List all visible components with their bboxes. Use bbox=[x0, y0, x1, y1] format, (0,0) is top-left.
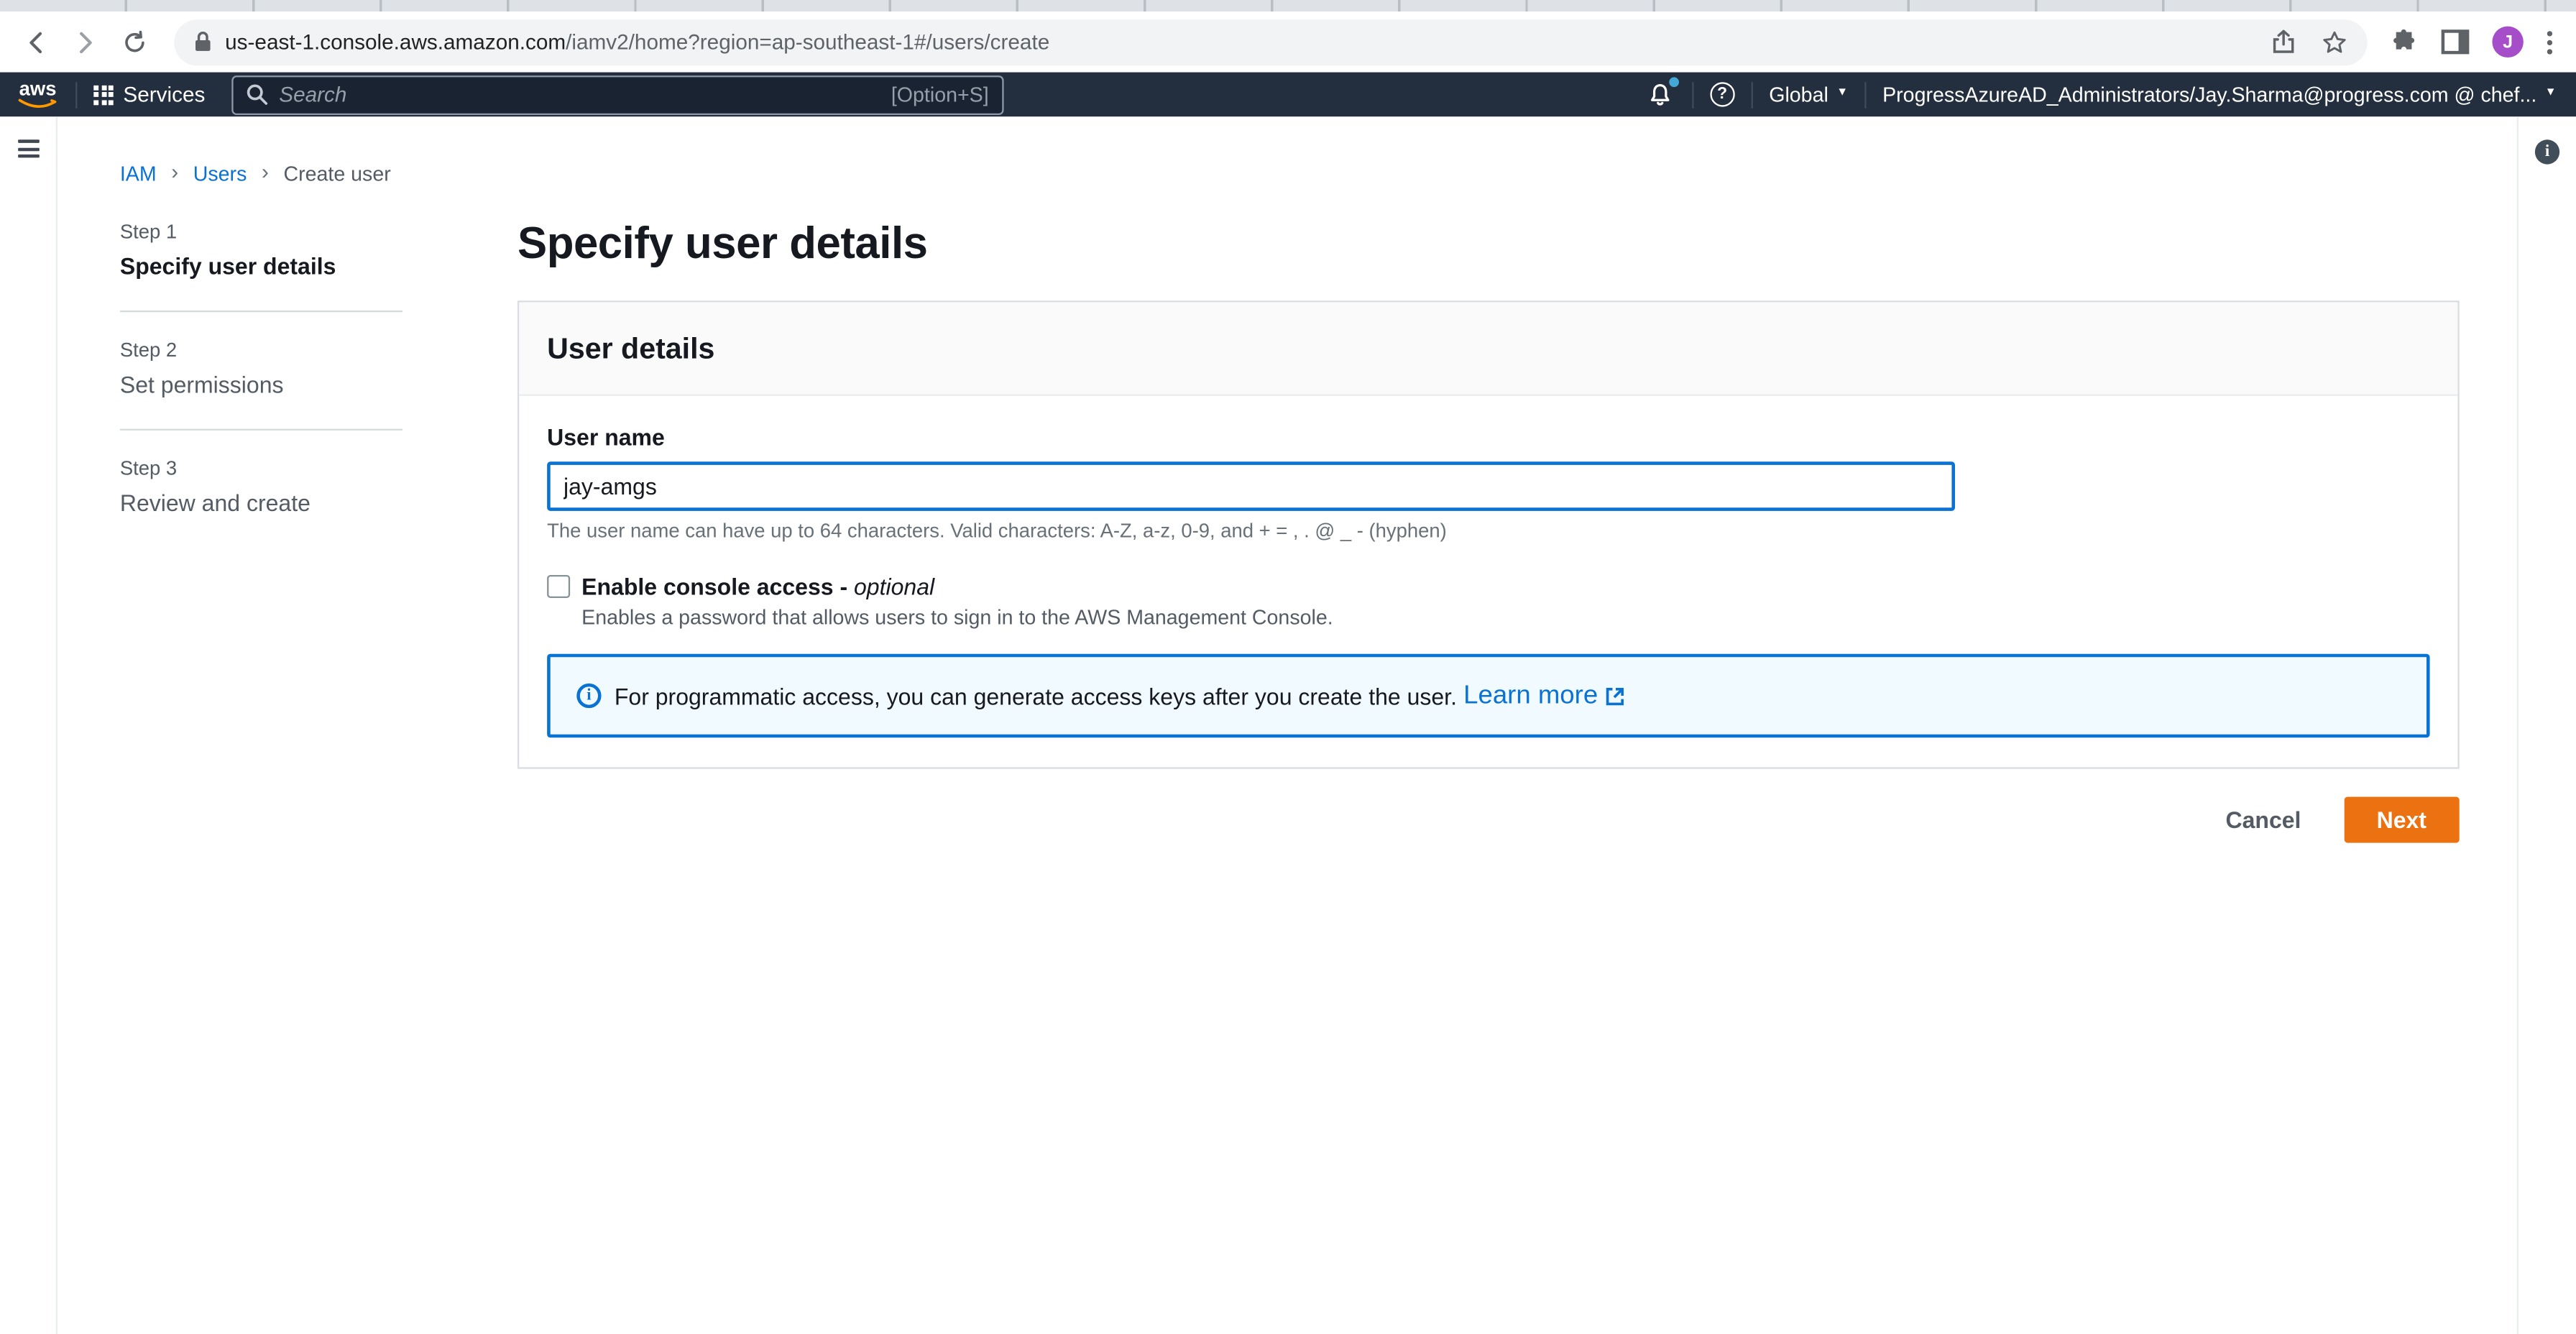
username-label: User name bbox=[547, 423, 665, 451]
url-domain: us-east-1.console.aws.amazon.com bbox=[225, 29, 566, 55]
region-selector[interactable]: Global ▼ bbox=[1769, 83, 1848, 106]
address-bar[interactable]: us-east-1.console.aws.amazon.com/iamv2/h… bbox=[174, 19, 2368, 65]
next-button[interactable]: Next bbox=[2343, 796, 2460, 843]
step-label: Review and create bbox=[119, 489, 310, 516]
notification-dot bbox=[1668, 76, 1679, 87]
divider bbox=[119, 310, 402, 313]
notifications-bell-icon[interactable] bbox=[1646, 76, 1679, 109]
browser-profile-avatar[interactable]: J bbox=[2492, 26, 2524, 58]
chevron-down-icon: ▼ bbox=[2544, 87, 2557, 99]
search-placeholder: Search bbox=[279, 82, 347, 107]
external-link-icon[interactable] bbox=[1604, 686, 1624, 705]
right-help-rail: i bbox=[2516, 116, 2576, 1334]
breadcrumb-iam[interactable]: IAM bbox=[120, 162, 157, 185]
screen: us-east-1.console.aws.amazon.com/iamv2/h… bbox=[0, 0, 2576, 1334]
url-text: us-east-1.console.aws.amazon.com/iamv2/h… bbox=[225, 29, 2259, 54]
services-label: Services bbox=[123, 82, 206, 107]
card-header: User details bbox=[519, 302, 2458, 396]
aws-top-nav: aws Services Search [Option+S] ? Global bbox=[0, 72, 2576, 117]
left-nav-rail bbox=[0, 116, 58, 1334]
search-shortcut: [Option+S] bbox=[891, 83, 989, 106]
console-access-optional-text: optional bbox=[854, 573, 935, 600]
back-button[interactable] bbox=[17, 22, 56, 62]
hamburger-menu-icon[interactable] bbox=[18, 139, 40, 158]
breadcrumb-users[interactable]: Users bbox=[193, 162, 247, 185]
console-access-checkbox[interactable] bbox=[547, 575, 571, 599]
aws-logo[interactable]: aws bbox=[17, 76, 59, 109]
aws-smile-icon bbox=[18, 98, 57, 107]
username-input[interactable] bbox=[547, 461, 1956, 511]
user-details-card: User details User name The user name can… bbox=[518, 300, 2460, 769]
wizard-steps-nav: Step 1 Specify user details Step 2 Set p… bbox=[119, 220, 402, 842]
services-menu[interactable]: Services bbox=[93, 82, 206, 107]
url-path: /iamv2/home?region=ap-southeast-1#/users… bbox=[566, 29, 1050, 55]
chevron-down-icon: ▼ bbox=[1836, 87, 1849, 99]
account-menu[interactable]: ProgressAzureAD_Administrators/Jay.Sharm… bbox=[1882, 83, 2556, 106]
wizard-step-2[interactable]: Step 2 Set permissions bbox=[120, 339, 402, 397]
info-alert: i For programmatic access, you can gener… bbox=[547, 653, 2430, 738]
aws-logo-text: aws bbox=[19, 76, 57, 100]
global-search-input[interactable]: Search [Option+S] bbox=[231, 75, 1004, 114]
info-icon: i bbox=[576, 683, 602, 709]
divider bbox=[1691, 81, 1694, 108]
side-panel-icon[interactable] bbox=[2441, 29, 2470, 55]
step-number: Step 2 bbox=[119, 338, 178, 362]
learn-more-link[interactable]: Learn more bbox=[1463, 681, 1598, 710]
console-access-description: Enables a password that allows users to … bbox=[581, 606, 1333, 630]
chevron-right-icon: › bbox=[171, 159, 179, 184]
chevron-right-icon: › bbox=[261, 159, 269, 184]
browser-toolbar: us-east-1.console.aws.amazon.com/iamv2/h… bbox=[0, 12, 2576, 73]
step-label: Specify user details bbox=[119, 253, 336, 280]
breadcrumb: IAM › Users › Create user bbox=[120, 159, 2517, 185]
console-access-label[interactable]: Enable console access - optional bbox=[581, 574, 934, 600]
wizard-step-1[interactable]: Step 1 Specify user details bbox=[120, 220, 402, 279]
card-title: User details bbox=[547, 331, 715, 365]
search-icon bbox=[247, 84, 268, 106]
help-icon[interactable]: ? bbox=[1709, 82, 1735, 107]
page-title: Specify user details bbox=[518, 218, 928, 268]
services-grid-icon bbox=[93, 84, 114, 105]
divider bbox=[1864, 81, 1867, 108]
wizard-step-3[interactable]: Step 3 Review and create bbox=[120, 456, 402, 515]
breadcrumb-current: Create user bbox=[283, 162, 391, 185]
alert-text: For programmatic access, you can generat… bbox=[614, 682, 1458, 709]
region-label: Global bbox=[1769, 83, 1828, 106]
step-label: Set permissions bbox=[119, 371, 284, 398]
username-constraint-text: The user name can have up to 64 characte… bbox=[547, 519, 1447, 543]
reload-button[interactable] bbox=[115, 22, 155, 62]
divider bbox=[75, 81, 78, 108]
divider bbox=[119, 428, 402, 431]
help-panel-info-icon[interactable]: i bbox=[2534, 139, 2560, 165]
step-number: Step 3 bbox=[119, 456, 178, 480]
forward-button[interactable] bbox=[65, 22, 105, 62]
cancel-button[interactable]: Cancel bbox=[2226, 806, 2301, 833]
bookmark-star-icon[interactable] bbox=[2322, 29, 2348, 55]
browser-menu-kebab-icon[interactable] bbox=[2547, 29, 2553, 55]
step-number: Step 1 bbox=[119, 220, 178, 244]
console-access-label-text: Enable console access - bbox=[581, 573, 854, 600]
account-label: ProgressAzureAD_Administrators/Jay.Sharm… bbox=[1882, 83, 2537, 106]
browser-tab-strip bbox=[0, 0, 2576, 12]
lock-icon bbox=[194, 31, 212, 52]
share-icon[interactable] bbox=[2272, 29, 2295, 54]
divider bbox=[1751, 81, 1753, 108]
extensions-puzzle-icon[interactable] bbox=[2391, 28, 2419, 56]
